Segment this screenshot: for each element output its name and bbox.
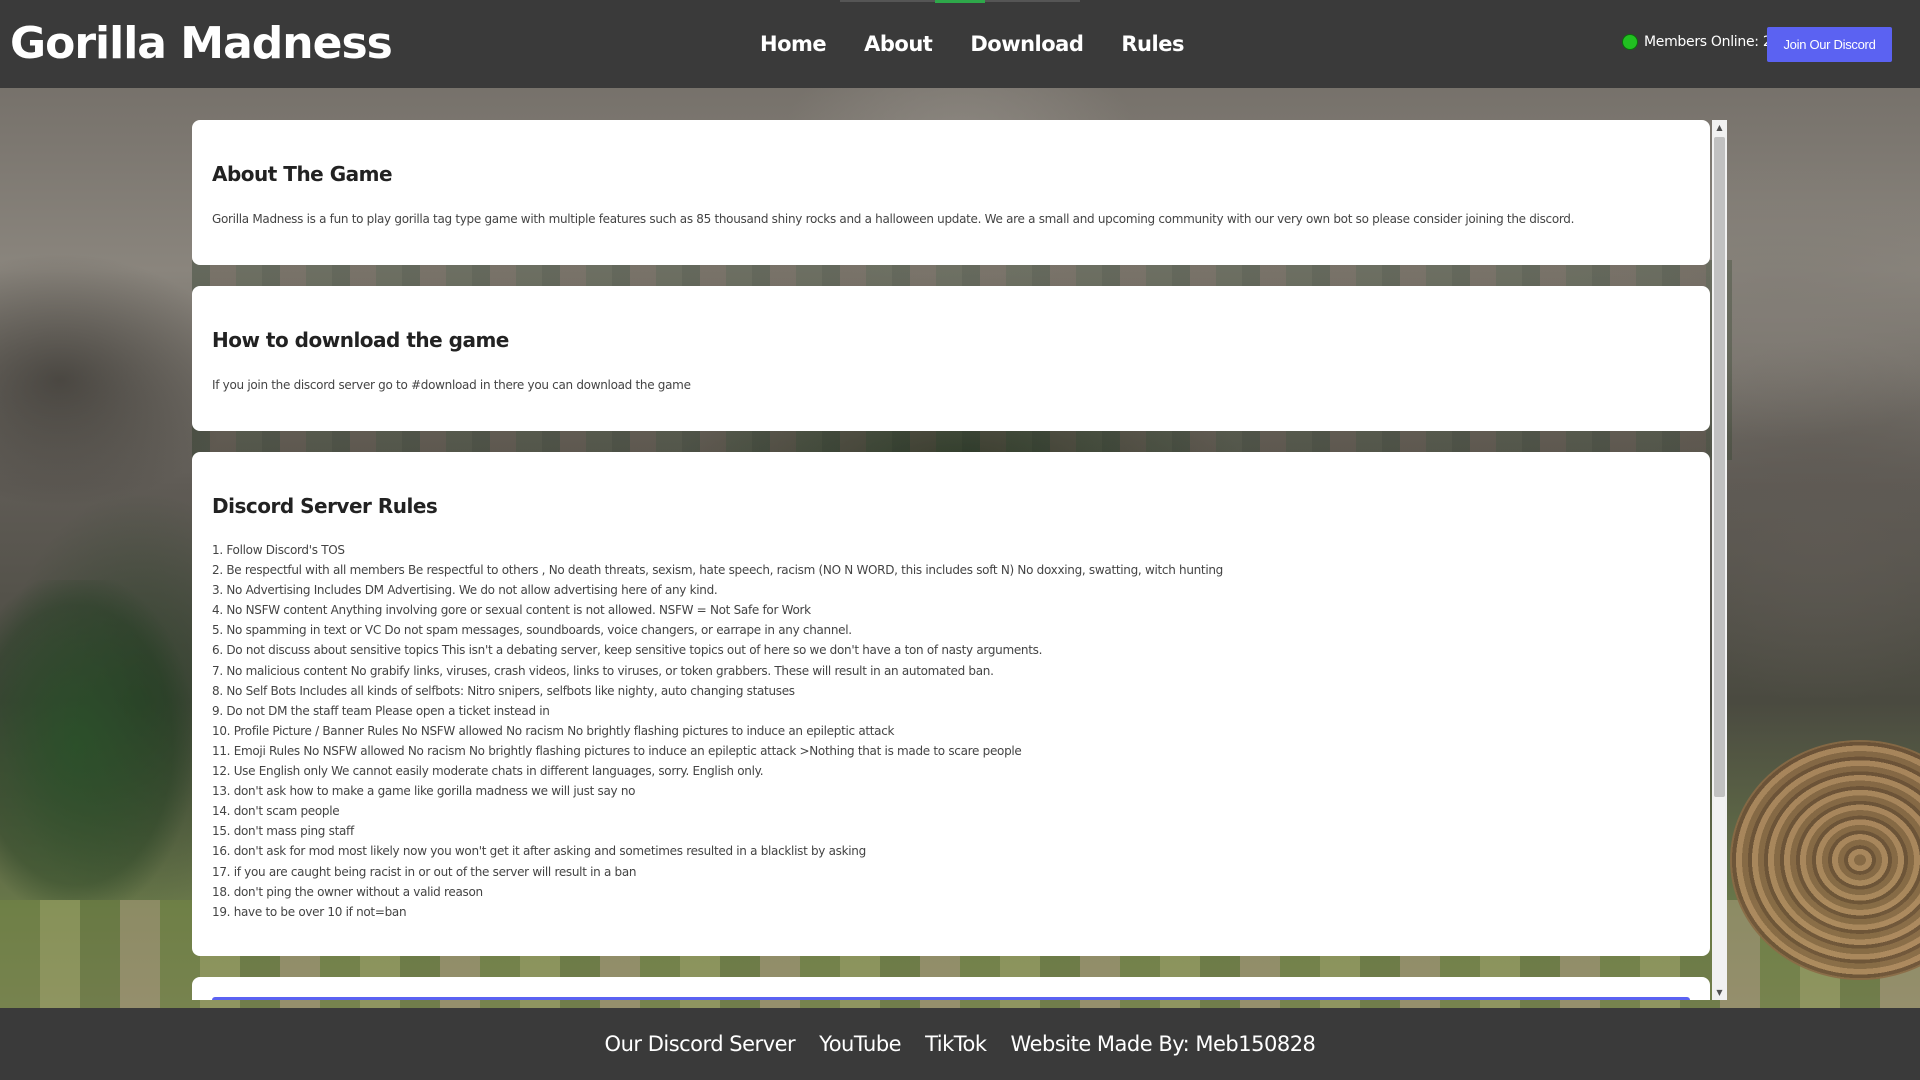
about-text: Gorilla Madness is a fun to play gorilla… — [212, 212, 1575, 226]
rule-item: 10. Profile Picture / Banner Rules No NS… — [212, 723, 895, 738]
download-card: How to download the game If you join the… — [192, 286, 1710, 431]
content-scroll-area[interactable]: About The Game Gorilla Madness is a fun … — [192, 120, 1727, 1000]
rule-item: 9. Do not DM the staff team Please open … — [212, 703, 550, 718]
rule-item: 3. No Advertising Includes DM Advertisin… — [212, 583, 718, 598]
footer-youtube-link[interactable]: YouTube — [819, 1032, 901, 1056]
about-title: About The Game — [212, 162, 393, 186]
rule-item: 8. No Self Bots Includes all kinds of se… — [212, 683, 795, 698]
download-title: How to download the game — [212, 328, 509, 352]
vertical-scrollbar[interactable]: ▲ ▼ — [1712, 120, 1727, 1000]
rule-item: 7. No malicious content No grabify links… — [212, 663, 994, 678]
nav-rules[interactable]: Rules — [1121, 32, 1184, 56]
rules-card: Discord Server Rules 1. Follow Discord's… — [192, 452, 1710, 956]
background-leaves — [0, 580, 190, 910]
footer-discord-link[interactable]: Our Discord Server — [605, 1032, 796, 1056]
footer-credit: Website Made By: Meb150828 — [1010, 1032, 1316, 1056]
partial-card — [192, 977, 1710, 1000]
scroll-down-arrow-icon[interactable]: ▼ — [1712, 985, 1727, 1000]
rule-item: 16. don't ask for mod most likely now yo… — [212, 844, 866, 859]
site-footer: Our Discord Server YouTube TikTok Websit… — [0, 1008, 1920, 1080]
about-card: About The Game Gorilla Madness is a fun … — [192, 120, 1710, 265]
scroll-up-arrow-icon[interactable]: ▲ — [1712, 120, 1727, 135]
main-nav: Home About Download Rules — [760, 0, 1184, 88]
nav-download[interactable]: Download — [970, 32, 1084, 56]
members-online: Members Online: 28 — [1622, 34, 1780, 50]
rule-item: 12. Use English only We cannot easily mo… — [212, 764, 764, 779]
rule-item: 5. No spamming in text or VC Do not spam… — [212, 623, 852, 638]
rule-item: 6. Do not discuss about sensitive topics… — [212, 643, 1043, 658]
rule-item: 13. don't ask how to make a game like go… — [212, 784, 636, 799]
rule-item: 2. Be respectful with all members Be res… — [212, 563, 1223, 578]
rule-item: 18. don't ping the owner without a valid… — [212, 884, 483, 899]
rule-item: 1. Follow Discord's TOS — [212, 543, 345, 557]
rule-item: 11. Emoji Rules No NSFW allowed No racis… — [212, 743, 1022, 758]
rule-item: 14. don't scam people — [212, 804, 340, 819]
online-status-icon — [1622, 34, 1638, 50]
nav-home[interactable]: Home — [760, 32, 827, 56]
rules-list: 1. Follow Discord's TOS 2. Be respectful… — [212, 540, 1223, 922]
partial-card-accent-bar — [212, 997, 1690, 1000]
rule-item: 19. have to be over 10 if not=ban — [212, 904, 407, 919]
join-discord-button[interactable]: Join Our Discord — [1767, 27, 1892, 62]
rules-title: Discord Server Rules — [212, 494, 438, 518]
footer-tiktok-link[interactable]: TikTok — [925, 1032, 987, 1056]
rule-item: 17. if you are caught being racist in or… — [212, 864, 637, 879]
members-online-text: Members Online: 28 — [1644, 34, 1781, 50]
rule-item: 15. don't mass ping staff — [212, 824, 354, 839]
rule-item: 4. No NSFW content Anything involving go… — [212, 603, 811, 618]
site-logo[interactable]: Gorilla Madness — [10, 14, 393, 74]
download-text: If you join the discord server go to #do… — [212, 378, 691, 392]
nav-about[interactable]: About — [864, 32, 933, 56]
site-header: Gorilla Madness Home About Download Rule… — [0, 0, 1920, 88]
scrollbar-thumb[interactable] — [1714, 137, 1725, 797]
